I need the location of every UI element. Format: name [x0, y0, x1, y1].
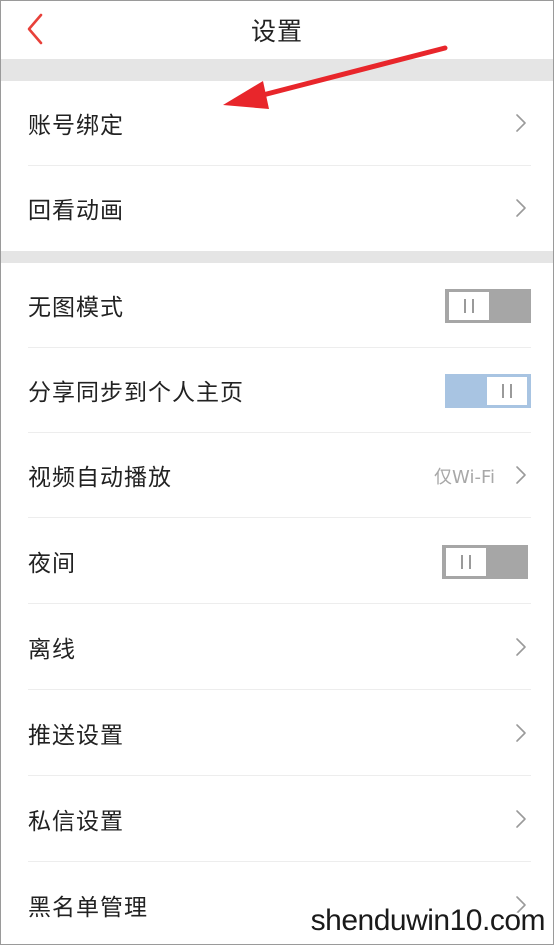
- divider: [28, 603, 531, 604]
- settings-item-account-binding[interactable]: 账号绑定: [1, 81, 553, 166]
- chevron-right-icon: [516, 199, 526, 217]
- settings-item-message-settings[interactable]: 私信设置: [1, 777, 553, 862]
- settings-item-offline[interactable]: 离线: [1, 605, 553, 690]
- chevron-right-icon: [516, 114, 526, 132]
- section-gap: [1, 251, 553, 263]
- chevron-right-icon: [516, 638, 526, 656]
- divider: [28, 517, 531, 518]
- settings-item-label: 视频自动播放: [28, 465, 172, 491]
- settings-item-replay-animation[interactable]: 回看动画: [1, 166, 553, 251]
- settings-item-push-settings[interactable]: 推送设置: [1, 691, 553, 776]
- settings-item-label: 推送设置: [28, 723, 124, 749]
- settings-item-no-image-mode[interactable]: 无图模式: [1, 263, 553, 348]
- settings-item-label: 离线: [28, 637, 76, 663]
- settings-item-label: 夜间: [28, 551, 76, 577]
- chevron-right-icon: [516, 810, 526, 828]
- settings-item-label: 分享同步到个人主页: [28, 380, 244, 406]
- screen: 设置 账号绑定 回看动画 无图模式 分享同步到个人主页 视频自动播放 仅Wi-F…: [0, 0, 554, 945]
- page-title: 设置: [250, 17, 303, 46]
- divider: [28, 861, 531, 862]
- divider: [28, 689, 531, 690]
- settings-item-label: 回看动画: [28, 198, 124, 224]
- toggle-knob: [487, 377, 527, 405]
- no-image-mode-toggle[interactable]: [445, 289, 531, 323]
- settings-item-share-sync[interactable]: 分享同步到个人主页: [1, 348, 553, 433]
- toggle-knob: [449, 292, 489, 320]
- settings-item-video-autoplay[interactable]: 视频自动播放 仅Wi-Fi: [1, 433, 553, 518]
- nav-bar: 设置: [1, 1, 553, 59]
- chevron-right-icon: [516, 466, 526, 484]
- settings-item-label: 账号绑定: [28, 113, 124, 139]
- settings-item-label: 无图模式: [28, 295, 124, 321]
- autoplay-value: 仅Wi-Fi: [434, 467, 495, 488]
- section-gap: [1, 59, 553, 81]
- watermark: shenduwin10.com: [310, 904, 546, 937]
- night-mode-toggle[interactable]: [442, 545, 528, 579]
- chevron-right-icon: [516, 724, 526, 742]
- share-sync-toggle[interactable]: [445, 374, 531, 408]
- settings-item-label: 私信设置: [28, 809, 124, 835]
- divider: [28, 775, 531, 776]
- settings-item-night-mode[interactable]: 夜间: [1, 519, 553, 604]
- settings-item-label: 黑名单管理: [28, 895, 148, 921]
- toggle-knob: [446, 548, 486, 576]
